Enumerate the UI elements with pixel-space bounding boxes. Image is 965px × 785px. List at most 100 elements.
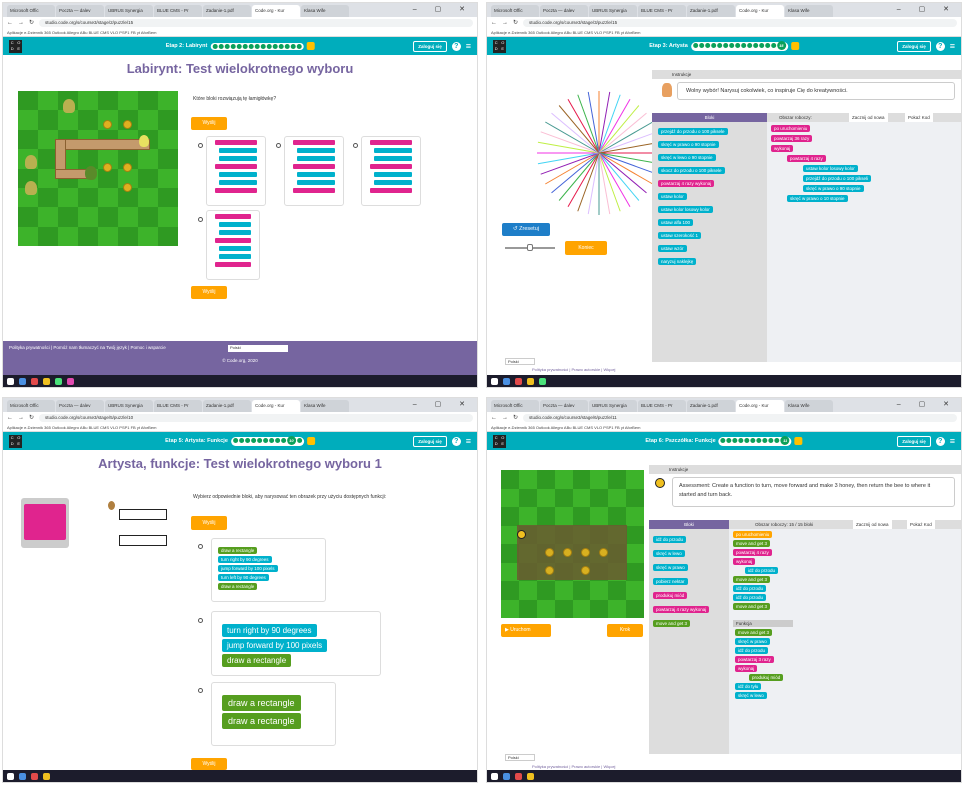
forward-icon[interactable]: →: [18, 415, 24, 421]
back-icon[interactable]: ←: [7, 415, 13, 421]
stage-label[interactable]: Etap 2: Labirynt: [166, 43, 208, 49]
code-org-logo-icon[interactable]: CODE: [9, 39, 22, 53]
bookmarks-bar[interactable]: Aplikacje e-Dziennik 365 Outlook Allegro…: [487, 423, 961, 432]
browser-tab[interactable]: BLUE CMS - Pr: [638, 400, 686, 412]
option-block[interactable]: turn right by 90 degrees: [218, 556, 272, 563]
back-icon[interactable]: ←: [491, 415, 497, 421]
hamburger-menu-icon[interactable]: ≡: [950, 436, 955, 446]
option-block[interactable]: turn right by 90 degrees: [222, 624, 317, 637]
browser-tab[interactable]: BLUE CMS - Pr: [638, 5, 686, 17]
app-icon[interactable]: [503, 377, 510, 385]
function-body-block[interactable]: produkuj miód: [749, 674, 784, 681]
program-block[interactable]: idź do przodu: [733, 585, 767, 592]
stage-label[interactable]: Etap 6: Pszczółka: Funkcje: [645, 438, 715, 444]
program-block[interactable]: idź do przodu: [745, 567, 779, 574]
code-org-logo-icon[interactable]: CODE: [493, 39, 506, 53]
option-block[interactable]: turn left by 90 degrees: [218, 574, 269, 581]
toolbox-block[interactable]: skręć w prawo o 90 stopnie: [658, 141, 719, 148]
hamburger-menu-icon[interactable]: ≡: [950, 41, 955, 51]
footer-links[interactable]: Polityka prywatności | Prawo autorskie |…: [532, 367, 615, 372]
toolbox-block[interactable]: skręć w prawo: [653, 564, 688, 571]
function-body-block[interactable]: idź do tyłu: [735, 683, 762, 690]
start-icon[interactable]: [7, 772, 14, 780]
window-controls[interactable]: – ▢ ✕: [897, 5, 957, 13]
toolbox-block[interactable]: ustaw kolor losowy kolor: [658, 206, 713, 213]
option-block[interactable]: draw a rectangle: [222, 654, 292, 667]
progress-dots[interactable]: 11: [718, 435, 792, 446]
option-block[interactable]: jump forward by 100 pixels: [218, 565, 278, 572]
window-controls[interactable]: – ▢ ✕: [413, 400, 473, 408]
toolbox-block[interactable]: skocz do przodu o 100 piksele: [658, 167, 725, 174]
language-select[interactable]: Polski: [505, 754, 535, 761]
toolbox-block[interactable]: idź do przodu: [653, 536, 687, 543]
back-icon[interactable]: ←: [491, 20, 497, 26]
show-code-button[interactable]: Pokaż Kod: [905, 113, 933, 122]
start-icon[interactable]: [491, 772, 498, 780]
app-icon[interactable]: [527, 377, 534, 385]
app-icon[interactable]: [515, 377, 522, 385]
app-icon[interactable]: [503, 772, 510, 780]
browser-tab[interactable]: Microsoft Offic: [491, 5, 539, 17]
browser-tab-active[interactable]: Code.org - Kur: [736, 5, 784, 17]
toolbox-block[interactable]: ustaw szerokość 1: [658, 232, 702, 239]
browser-tab[interactable]: UBRUS Synergia: [105, 400, 153, 412]
browser-tab[interactable]: Poczta — dalev: [56, 5, 104, 17]
toolbox-block[interactable]: ustaw alfa 100: [658, 219, 694, 226]
answer-option[interactable]: turn right by 90 degrees jump forward by …: [211, 611, 381, 676]
browser-tab[interactable]: Microsoft Offic: [7, 5, 55, 17]
program-block[interactable]: po uruchomieniu: [771, 125, 811, 132]
app-icon[interactable]: [19, 377, 26, 385]
submit-button-bottom[interactable]: Wyślij: [191, 286, 227, 299]
slider-handle[interactable]: [527, 244, 533, 251]
function-body-block[interactable]: skręć w lewo: [735, 692, 767, 699]
browser-tab[interactable]: Zadanie-1.pdf: [203, 400, 251, 412]
answer-radio[interactable]: [198, 143, 203, 148]
back-icon[interactable]: ←: [7, 20, 13, 26]
forward-icon[interactable]: →: [502, 415, 508, 421]
program-block[interactable]: skręć w prawo o 10 stopnie: [787, 195, 848, 202]
bookmarks-bar[interactable]: Aplikacje e-Dziennik 365 Outlook Allegro…: [3, 423, 477, 432]
app-icon[interactable]: [31, 377, 38, 385]
browser-tab[interactable]: Microsoft Offic: [491, 400, 539, 412]
app-icon[interactable]: [527, 772, 534, 780]
browser-tab[interactable]: Zadanie-1.pdf: [687, 400, 735, 412]
progress-dots[interactable]: [210, 42, 304, 50]
function-body-block[interactable]: move and get 3: [735, 629, 773, 636]
url-input[interactable]: studio.code.org/s/course3/stage/3/puzzle…: [523, 18, 957, 27]
browser-tab[interactable]: Poczta — dalev: [56, 400, 104, 412]
stage-label[interactable]: Etap 5: Artysta: Funkcje: [165, 438, 228, 444]
program-block[interactable]: wykonaj: [771, 145, 794, 152]
option-block[interactable]: draw a rectangle: [218, 583, 258, 590]
option-block[interactable]: draw a rectangle: [222, 713, 301, 729]
program-block[interactable]: powtarzaj 4 razy: [787, 155, 826, 162]
finish-button[interactable]: Koniec: [565, 241, 607, 255]
answer-option[interactable]: [284, 136, 344, 206]
start-icon[interactable]: [491, 377, 498, 385]
program-block[interactable]: wykonaj: [733, 558, 756, 565]
restart-button[interactable]: Zacznij od nowa: [853, 520, 892, 529]
browser-tab[interactable]: BLUE CMS - Pr: [154, 400, 202, 412]
browser-tab[interactable]: Microsoft Offic: [7, 400, 55, 412]
browser-tab[interactable]: BLUE CMS - Pr: [154, 5, 202, 17]
answer-radio[interactable]: [276, 143, 281, 148]
program-block[interactable]: po uruchomieniu: [733, 531, 773, 538]
step-button[interactable]: Krok: [607, 624, 643, 637]
browser-tab[interactable]: UBRUS Synergia: [105, 5, 153, 17]
help-icon[interactable]: ?: [935, 41, 945, 51]
sign-in-button[interactable]: Zaloguj się: [413, 40, 447, 52]
start-icon[interactable]: [7, 377, 14, 385]
answer-option[interactable]: [206, 136, 266, 206]
progress-dots[interactable]: 10: [230, 435, 304, 446]
help-icon[interactable]: ?: [451, 436, 461, 446]
language-select[interactable]: Polski: [505, 358, 535, 365]
browser-tab-active[interactable]: Code.org - Kur: [252, 400, 300, 412]
program-block[interactable]: move and get 3: [733, 540, 771, 547]
restart-button[interactable]: Zacznij od nowa: [849, 113, 888, 122]
browser-tab[interactable]: UBRUS Synergia: [589, 5, 637, 17]
current-puzzle[interactable]: 11: [780, 435, 790, 445]
toolbox-block[interactable]: naryzuj naklejkę: [658, 258, 697, 265]
program-block[interactable]: powtarzaj 4 razy: [733, 549, 772, 556]
function-body-block[interactable]: wykonaj: [735, 665, 758, 672]
app-icon[interactable]: [55, 377, 62, 385]
browser-tab[interactable]: Poczta — dalev: [540, 400, 588, 412]
